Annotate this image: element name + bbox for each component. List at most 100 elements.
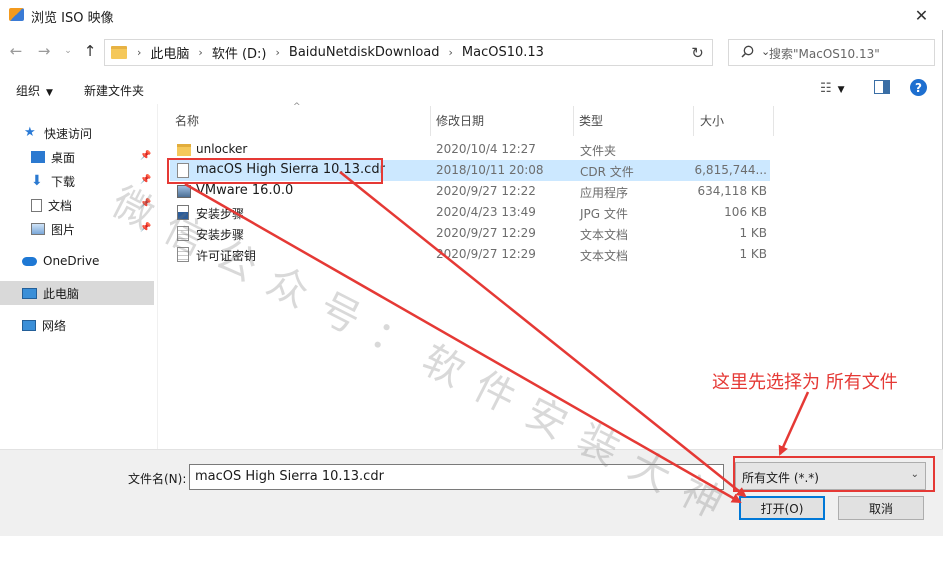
chevron-down-icon: ⌄ xyxy=(64,46,72,56)
toolbar: 组织 ▼ 新建文件夹 ☷ ▼ ? xyxy=(0,74,943,104)
sidebar-item-this-pc[interactable]: 此电脑 xyxy=(0,281,154,305)
arrow-right-icon: → xyxy=(37,42,51,60)
image-icon xyxy=(177,205,189,220)
file-type-filter-value: 所有文件 (*.*) xyxy=(742,471,819,485)
file-type: CDR 文件 xyxy=(580,165,634,179)
column-header-name[interactable]: 名称 xyxy=(175,112,199,129)
open-button[interactable]: 打开(O) xyxy=(739,496,825,520)
column-divider[interactable] xyxy=(430,106,431,136)
address-bar[interactable]: › 此电脑 › 软件 (D:) › BaiduNetdiskDownload ›… xyxy=(104,39,770,66)
view-options-button[interactable]: ☷ ▼ xyxy=(820,81,845,96)
breadcrumb-macos[interactable]: MacOS10.13 xyxy=(462,45,544,60)
filename-label: 文件名(N): xyxy=(128,472,187,486)
file-name: macOS High Sierra 10.13.cdr xyxy=(196,162,385,177)
organize-button[interactable]: 组织 ▼ xyxy=(16,82,53,99)
cancel-button[interactable]: 取消 xyxy=(838,496,924,520)
organize-label: 组织 xyxy=(16,84,41,98)
refresh-button[interactable]: ↻ xyxy=(683,39,713,66)
help-icon: ? xyxy=(915,80,922,95)
app-icon xyxy=(177,185,191,198)
file-date: 2020/4/23 13:49 xyxy=(436,205,536,219)
list-item[interactable]: 安装步骤 2020/4/23 13:49 JPG 文件 106 KB xyxy=(170,202,770,223)
chevron-down-icon: ⌄ xyxy=(910,469,919,480)
column-header-type[interactable]: 类型 xyxy=(579,112,603,129)
preview-pane-button[interactable] xyxy=(874,80,890,97)
list-item[interactable]: unlocker 2020/10/4 12:27 文件夹 xyxy=(170,139,770,160)
navigation-bar: ← → ⌄ ↑ › 此电脑 › 软件 (D:) › BaiduNetdiskDo… xyxy=(0,34,943,68)
sidebar-item-label: OneDrive xyxy=(43,254,100,268)
sidebar-item-onedrive[interactable]: OneDrive xyxy=(0,249,154,273)
navigation-pane: ★ 快速访问 桌面 📌 ⬇ 下载 📌 文档 📌 图片 📌 OneDrive 此电… xyxy=(0,104,158,449)
text-file-icon xyxy=(177,247,189,262)
window-title: 浏览 ISO 映像 xyxy=(31,11,114,26)
list-item[interactable]: 安装步骤 2020/9/27 12:29 文本文档 1 KB xyxy=(170,223,770,244)
search-icon xyxy=(741,45,754,58)
arrow-left-icon: ← xyxy=(9,42,23,60)
refresh-icon: ↻ xyxy=(691,43,704,62)
file-date: 2020/9/27 12:29 xyxy=(436,226,536,240)
pin-icon: 📌 xyxy=(140,199,152,209)
file-name: VMware 16.0.0 xyxy=(196,183,294,198)
chevron-right-icon: › xyxy=(137,46,142,59)
filename-field[interactable]: macOS High Sierra 10.13.cdr xyxy=(189,464,724,490)
breadcrumb-baidu[interactable]: BaiduNetdiskDownload xyxy=(289,45,440,60)
sidebar-item-label: 文档 xyxy=(48,198,73,213)
pin-icon: 📌 xyxy=(140,175,152,185)
file-type: 文本文档 xyxy=(580,228,629,242)
view-list-icon: ☷ xyxy=(820,81,832,96)
document-icon xyxy=(31,198,42,212)
list-item[interactable]: VMware 16.0.0 2020/9/27 12:22 应用程序 634,1… xyxy=(170,181,770,202)
sidebar-item-documents[interactable]: 文档 📌 xyxy=(0,193,154,217)
column-divider[interactable] xyxy=(773,106,774,136)
sidebar-item-label: 快速访问 xyxy=(44,126,93,141)
sidebar-item-network[interactable]: 网络 xyxy=(0,313,154,337)
chevron-right-icon: › xyxy=(448,46,453,59)
file-type: JPG 文件 xyxy=(580,207,628,221)
forward-button[interactable]: → xyxy=(36,41,52,61)
column-divider[interactable] xyxy=(693,106,694,136)
chevron-right-icon: › xyxy=(198,46,203,59)
breadcrumb-drive-d[interactable]: 软件 (D:) xyxy=(212,43,267,62)
search-input[interactable]: 搜索"MacOS10.13" xyxy=(728,39,935,66)
sidebar-item-label: 此电脑 xyxy=(43,286,80,301)
list-item[interactable]: macOS High Sierra 10.13.cdr 2018/10/11 2… xyxy=(170,160,770,181)
column-divider[interactable] xyxy=(573,106,574,136)
close-icon: ✕ xyxy=(914,5,929,25)
help-button[interactable]: ? xyxy=(910,79,927,96)
folder-icon xyxy=(177,144,191,156)
text-file-icon xyxy=(177,226,189,241)
file-name: 安装步骤 xyxy=(196,228,245,242)
file-date: 2018/10/11 20:08 xyxy=(436,163,544,177)
breadcrumb: › 此电脑 › 软件 (D:) › BaiduNetdiskDownload ›… xyxy=(135,40,544,65)
up-button[interactable]: ↑ xyxy=(82,41,98,61)
file-type-filter[interactable]: 所有文件 (*.*) ⌄ xyxy=(735,462,926,490)
close-button[interactable]: ✕ xyxy=(900,0,943,30)
pin-icon: 📌 xyxy=(140,151,152,161)
breadcrumb-this-pc[interactable]: 此电脑 xyxy=(150,43,189,62)
sidebar-item-label: 图片 xyxy=(51,222,76,237)
list-item[interactable]: 许可证密钥 2020/9/27 12:29 文本文档 1 KB xyxy=(170,244,770,265)
search-placeholder: 搜索"MacOS10.13" xyxy=(769,47,880,61)
column-header-size[interactable]: 大小 xyxy=(700,112,724,129)
title-bar: 浏览 ISO 映像 ✕ xyxy=(0,0,943,30)
back-button[interactable]: ← xyxy=(8,41,24,61)
file-type: 文本文档 xyxy=(580,249,629,263)
preview-pane-icon xyxy=(874,80,890,94)
sidebar-item-quick-access[interactable]: ★ 快速访问 xyxy=(0,121,154,145)
sidebar-item-downloads[interactable]: ⬇ 下载 📌 xyxy=(0,169,154,193)
sidebar-item-desktop[interactable]: 桌面 📌 xyxy=(0,145,154,169)
sort-ascending-icon: ^ xyxy=(293,102,301,112)
file-type: 文件夹 xyxy=(580,144,617,158)
sidebar-item-pictures[interactable]: 图片 📌 xyxy=(0,217,154,241)
file-name: unlocker xyxy=(196,142,248,156)
chevron-right-icon: › xyxy=(275,46,280,59)
file-size: 1 KB xyxy=(739,247,767,261)
new-folder-button[interactable]: 新建文件夹 xyxy=(84,82,144,99)
recent-locations-button[interactable]: ⌄ xyxy=(62,41,74,61)
file-size: 106 KB xyxy=(724,205,767,219)
file-name: 安装步骤 xyxy=(196,207,245,221)
file-date: 2020/9/27 12:22 xyxy=(436,184,536,198)
column-header-date[interactable]: 修改日期 xyxy=(436,112,484,129)
desktop-icon xyxy=(31,151,45,163)
sidebar-item-label: 桌面 xyxy=(51,150,76,165)
